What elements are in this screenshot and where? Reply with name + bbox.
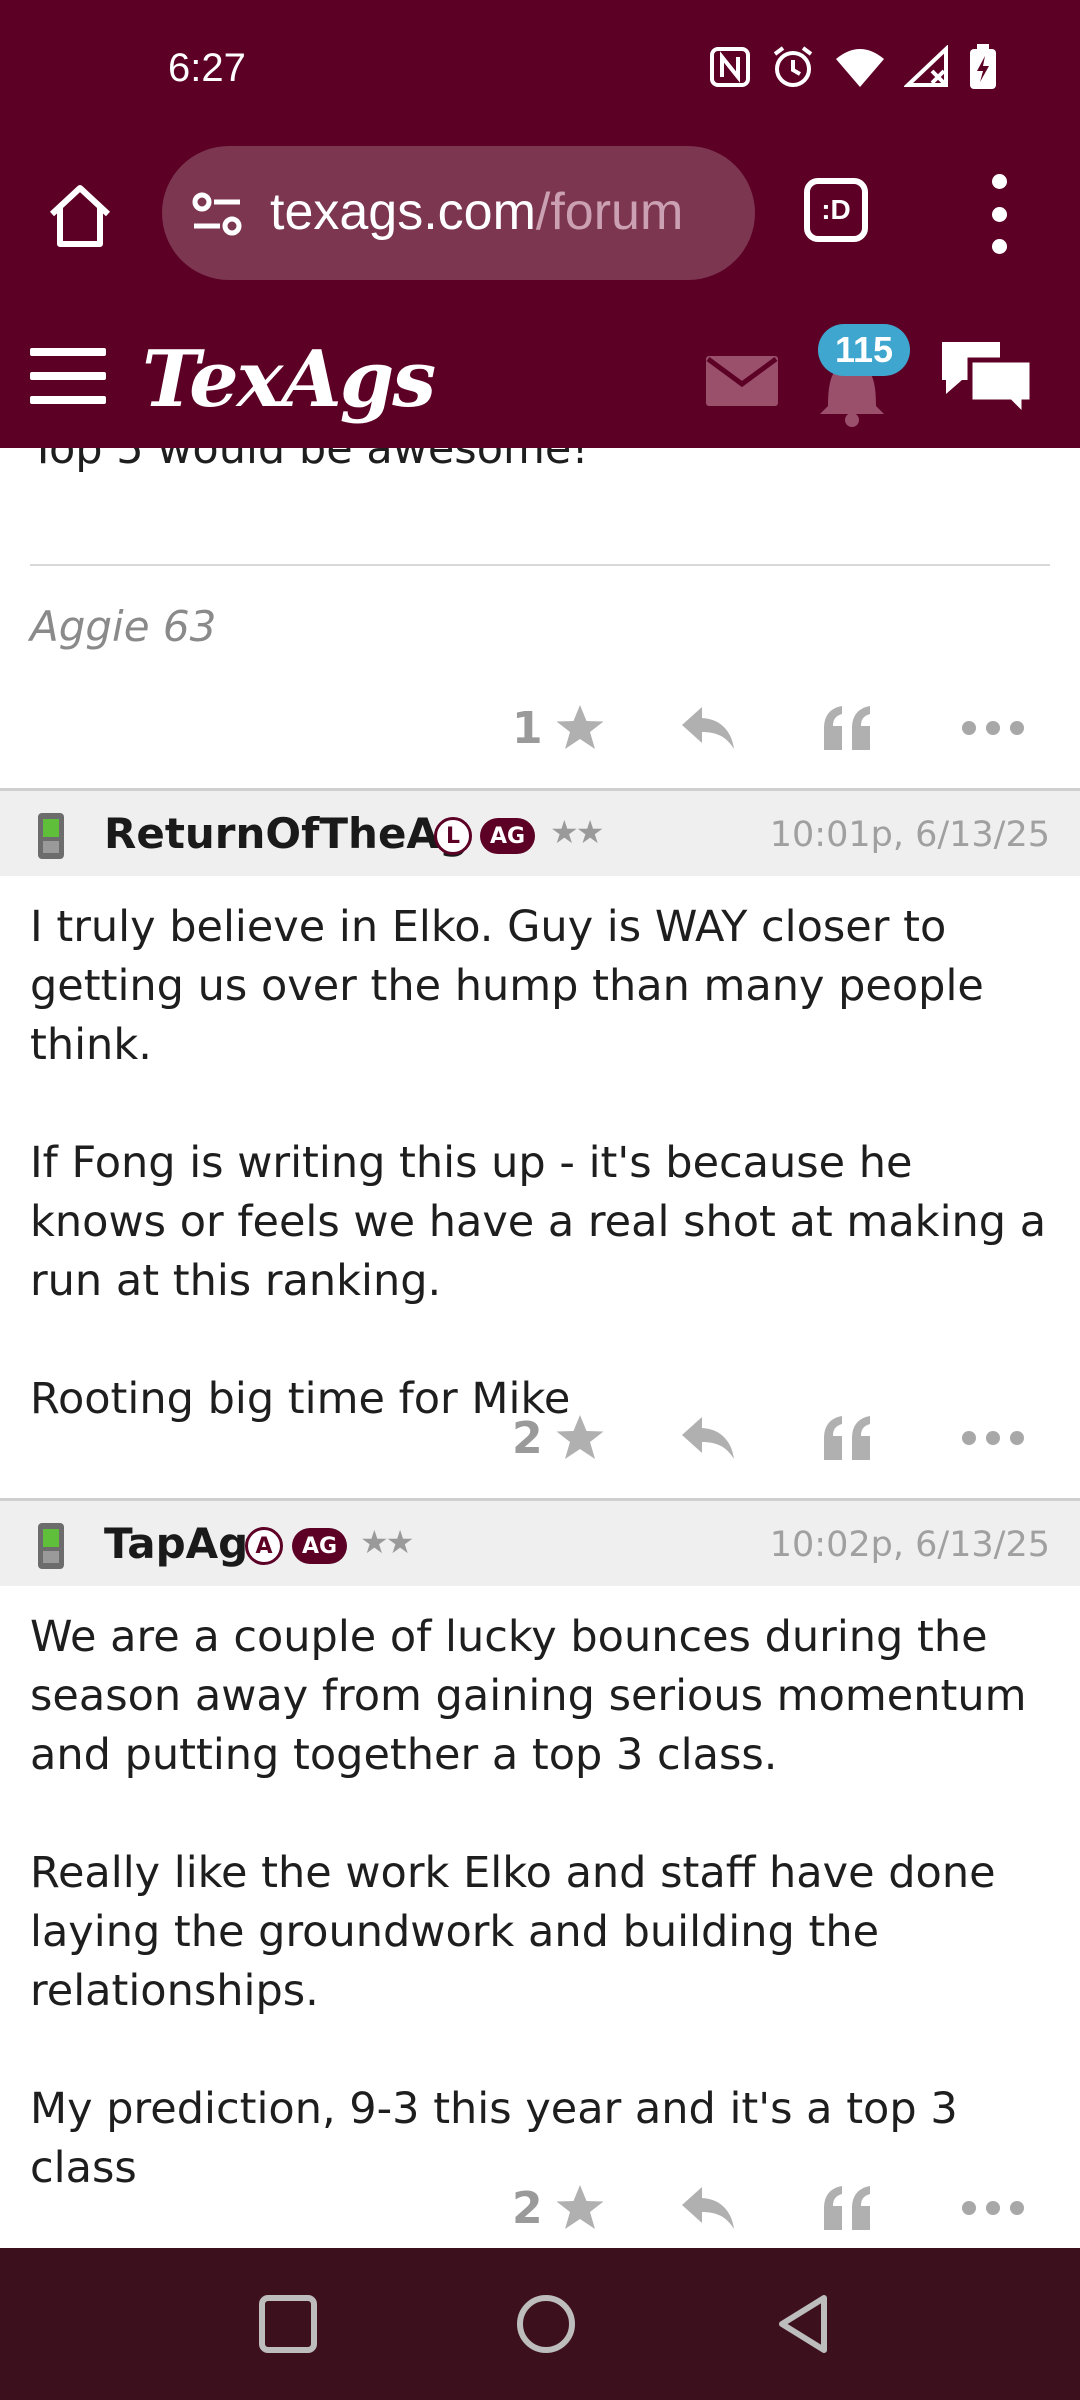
url-host: texags.com bbox=[270, 183, 536, 241]
quote-icon bbox=[824, 2186, 870, 2230]
quote-icon bbox=[824, 1416, 870, 1460]
back-icon[interactable] bbox=[768, 2288, 840, 2360]
reply-button[interactable] bbox=[680, 1398, 736, 1478]
post-actions: 2 bbox=[0, 1398, 1080, 1478]
more-options-button[interactable] bbox=[962, 688, 1024, 768]
star-button[interactable]: 2 bbox=[512, 2168, 605, 2248]
quote-icon bbox=[824, 706, 870, 750]
site-logo[interactable]: TexAgs bbox=[142, 334, 436, 425]
user-badge-ag: AG bbox=[292, 1528, 348, 1564]
mobile-phone-icon bbox=[38, 1523, 64, 1569]
top-chrome: 6:27 texags.com/forum:D TexAgs 115 bbox=[0, 0, 1080, 448]
star-button[interactable]: 1 bbox=[512, 688, 605, 768]
signal-icon bbox=[904, 45, 948, 87]
more-options-button[interactable] bbox=[962, 2168, 1024, 2248]
more-icon bbox=[962, 721, 1024, 735]
recent-apps-icon[interactable] bbox=[252, 2288, 324, 2360]
post-body: We are a couple of lucky bounces during … bbox=[0, 1608, 1080, 2198]
reply-button[interactable] bbox=[680, 2168, 736, 2248]
browser-menu-icon[interactable] bbox=[984, 174, 1014, 254]
post-username[interactable]: TapAg bbox=[104, 1519, 248, 1568]
browser-toolbar: texags.com/forum :D bbox=[0, 140, 1080, 280]
home-icon[interactable] bbox=[44, 180, 116, 252]
reply-button[interactable] bbox=[680, 688, 736, 768]
post-paragraph: Really like the work Elko and staff have… bbox=[30, 1848, 996, 2016]
url-text[interactable]: texags.com/forum bbox=[270, 182, 683, 242]
quote-button[interactable] bbox=[822, 688, 874, 768]
more-icon bbox=[962, 1431, 1024, 1445]
alarm-icon bbox=[773, 46, 813, 87]
post-timestamp[interactable]: 10:02p, 6/13/25 bbox=[770, 1525, 1050, 1565]
post-paragraph: If Fong is writing this up - it's becaus… bbox=[30, 1138, 1047, 1306]
post-actions: 2 bbox=[0, 2168, 1080, 2248]
site-settings-icon[interactable] bbox=[190, 186, 246, 242]
star-count: 2 bbox=[512, 1412, 543, 1464]
signature-divider bbox=[30, 564, 1050, 566]
status-icons bbox=[708, 44, 998, 90]
site-header: TexAgs 115 bbox=[0, 310, 1080, 448]
battery-charging-icon bbox=[970, 44, 996, 89]
status-time: 6:27 bbox=[168, 46, 246, 90]
post-text: Top 5 would be awesome! bbox=[30, 448, 589, 474]
system-navigation-bar bbox=[0, 2248, 1080, 2400]
star-icon bbox=[556, 1415, 604, 1459]
user-badge-ag: AG bbox=[480, 818, 536, 854]
reply-icon bbox=[682, 707, 734, 749]
previous-post-tail: Top 5 would be awesome! bbox=[0, 448, 1080, 479]
address-bar[interactable]: texags.com/forum bbox=[162, 146, 755, 280]
user-rank-stars: ★★ bbox=[550, 813, 604, 851]
post-header: ReturnOfTheAg L AG ★★ 10:01p, 6/13/25 bbox=[0, 788, 1080, 876]
quote-button[interactable] bbox=[822, 2168, 874, 2248]
home-nav-icon[interactable] bbox=[510, 2288, 582, 2360]
star-count: 2 bbox=[512, 2182, 543, 2234]
post-signature: Aggie 63 bbox=[30, 602, 217, 651]
user-badge-letter: A bbox=[245, 1527, 283, 1565]
post-actions: 1 bbox=[0, 688, 1080, 768]
star-button[interactable]: 2 bbox=[512, 1398, 605, 1478]
mobile-phone-icon bbox=[38, 813, 64, 859]
tab-switcher-button[interactable]: :D bbox=[804, 178, 868, 242]
star-icon bbox=[556, 2185, 604, 2229]
post-timestamp[interactable]: 10:01p, 6/13/25 bbox=[770, 815, 1050, 855]
user-badge-letter: L bbox=[434, 817, 472, 855]
star-count: 1 bbox=[512, 702, 543, 754]
nfc-icon bbox=[710, 47, 750, 87]
reply-icon bbox=[682, 1417, 734, 1459]
user-rank-stars: ★★ bbox=[360, 1523, 414, 1561]
reply-icon bbox=[682, 2187, 734, 2229]
mail-icon[interactable] bbox=[706, 356, 778, 406]
chat-icon[interactable] bbox=[936, 336, 1036, 422]
wifi-icon bbox=[836, 49, 884, 87]
quote-button[interactable] bbox=[822, 1398, 874, 1478]
star-icon bbox=[556, 705, 604, 749]
url-path: /forum bbox=[535, 183, 684, 241]
post-username[interactable]: ReturnOfTheAg bbox=[104, 809, 469, 858]
more-options-button[interactable] bbox=[962, 1398, 1024, 1478]
notification-count-badge[interactable]: 115 bbox=[818, 324, 910, 376]
post-header: TapAg A AG ★★ 10:02p, 6/13/25 bbox=[0, 1498, 1080, 1586]
more-icon bbox=[962, 2201, 1024, 2215]
post-body: I truly believe in Elko. Guy is WAY clos… bbox=[0, 898, 1080, 1429]
post-paragraph: We are a couple of lucky bounces during … bbox=[30, 1612, 1027, 1780]
status-bar: 6:27 bbox=[0, 0, 1080, 130]
hamburger-menu-icon[interactable] bbox=[30, 348, 106, 404]
post-paragraph: I truly believe in Elko. Guy is WAY clos… bbox=[30, 902, 984, 1070]
forum-thread: Top 5 would be awesome! Aggie 63 1 Retur… bbox=[0, 448, 1080, 2248]
